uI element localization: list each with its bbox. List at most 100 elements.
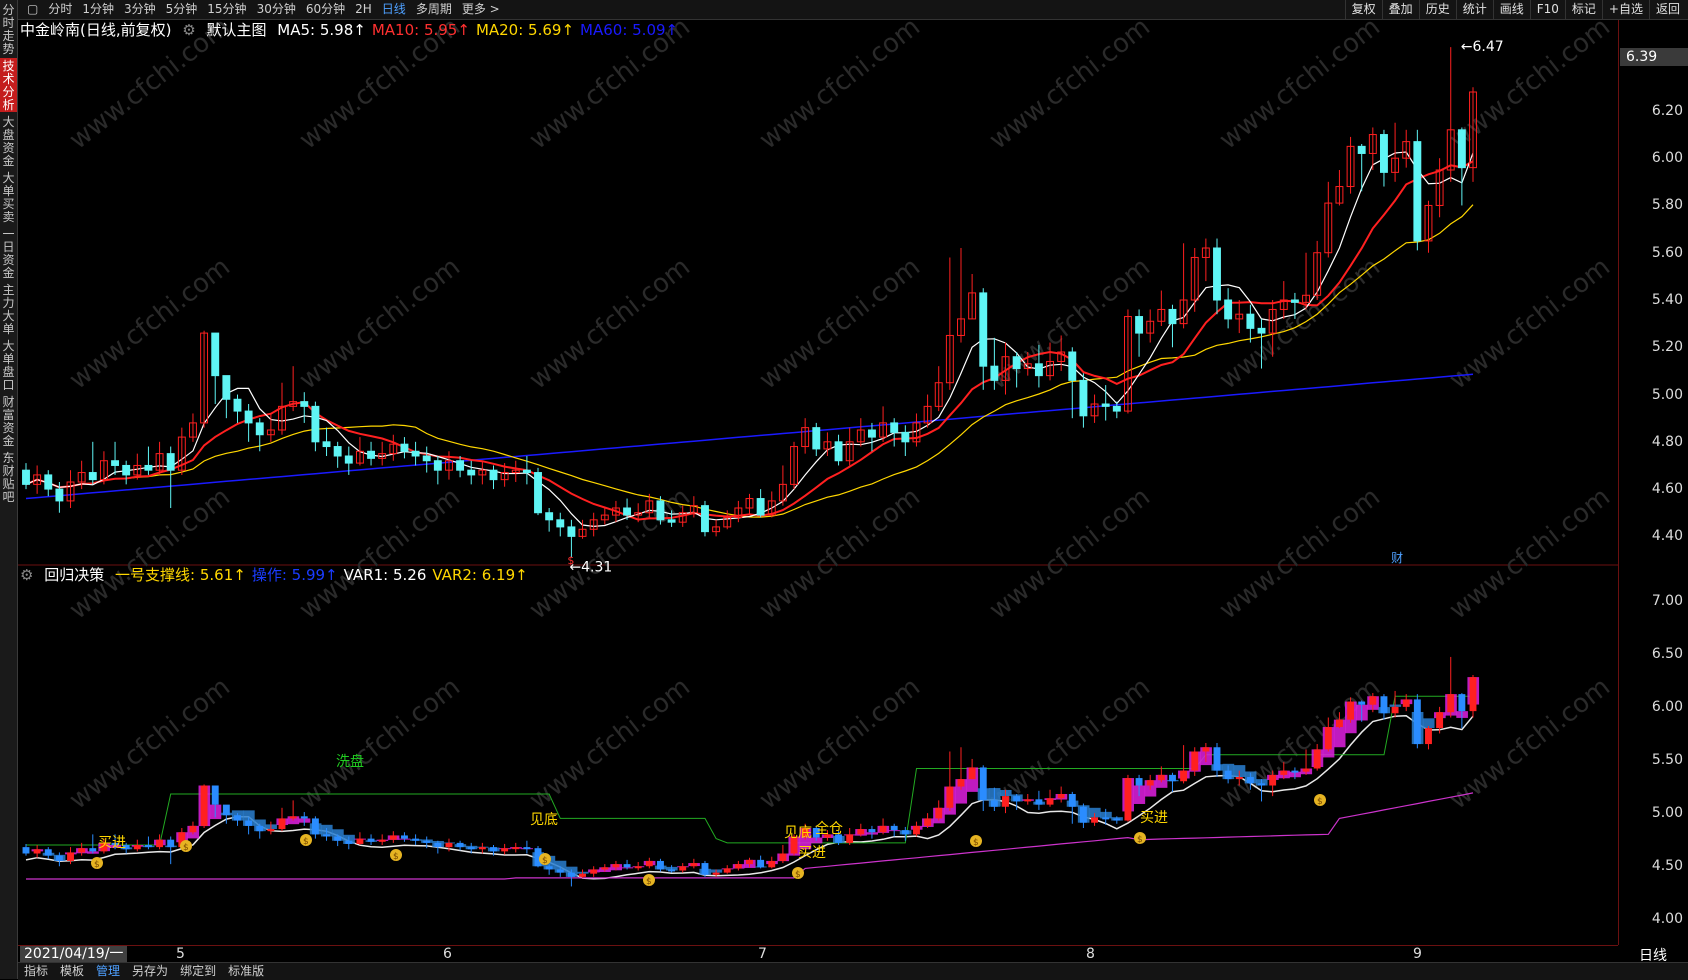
toolbar-action-4[interactable]: 画线: [1492, 0, 1530, 19]
sub-candle-body: [968, 767, 976, 780]
sub-candle-body: [1235, 777, 1243, 780]
template-gear-icon[interactable]: ⚙: [182, 21, 195, 39]
money-bag-icon-glyph: $: [393, 852, 399, 862]
toolbar-action-1[interactable]: 叠加: [1381, 0, 1419, 19]
candle-body: [244, 410, 253, 424]
candle-body: [834, 441, 843, 462]
sub-candle-body: [33, 849, 41, 854]
sub-candle-body: [1068, 794, 1076, 807]
money-bag-icon-glyph: $: [183, 843, 189, 853]
candle-body: [22, 469, 30, 485]
sub-candle-body: [311, 818, 319, 835]
candle-body: [211, 332, 220, 377]
period-tab-7[interactable]: 2H: [350, 0, 377, 19]
sub-candle-body: [1280, 770, 1288, 775]
watermark: www.cfchi.com: [524, 252, 696, 396]
signal-buy-3: 买进: [1140, 810, 1168, 826]
price-tick: 4.40: [1651, 528, 1683, 545]
template-name[interactable]: 默认主图: [207, 21, 267, 39]
candle-body: [467, 469, 476, 476]
period-tab-6[interactable]: 60分钟: [301, 0, 350, 19]
toolbar-action-5[interactable]: F10: [1529, 0, 1565, 19]
candle-body: [1213, 247, 1221, 301]
left-tab-0[interactable]: 分时走势: [0, 2, 17, 56]
toolbar-action-3[interactable]: 统计: [1455, 0, 1493, 19]
sub-candle-body: [1113, 818, 1121, 821]
sub-candle-body: [645, 860, 653, 867]
indicator-gear-icon[interactable]: ⚙: [20, 566, 33, 584]
bottom-tab-3[interactable]: 另存为: [126, 964, 174, 978]
sub-candle-body: [1335, 719, 1343, 728]
period-label[interactable]: 日线: [1618, 945, 1688, 964]
signal-full-position: 全仓: [815, 820, 843, 837]
period-tab-4[interactable]: 15分钟: [202, 0, 251, 19]
sub-candle-body: [1302, 768, 1310, 772]
left-tab-7[interactable]: 财富资金: [0, 394, 17, 448]
candle-body: [1290, 299, 1299, 303]
signal-buy-2: 买进: [798, 845, 826, 861]
bottom-tab-2[interactable]: 管理: [90, 964, 126, 978]
sub-candle-body: [334, 836, 342, 841]
bottom-tab-4[interactable]: 绑定到: [174, 964, 222, 978]
sub-candle-body: [545, 866, 553, 870]
period-tab-5[interactable]: 30分钟: [252, 0, 301, 19]
left-tab-6[interactable]: 大单盘口: [0, 338, 17, 392]
sub-candle-body: [846, 834, 854, 843]
period-tab-1[interactable]: 1分钟: [77, 0, 119, 19]
left-tab-8[interactable]: 东财贴吧: [0, 450, 17, 504]
candle-body: [534, 472, 542, 514]
period-tab-2[interactable]: 3分钟: [119, 0, 161, 19]
candle-body: [1457, 129, 1466, 169]
toolbar-action-8[interactable]: 返回: [1648, 0, 1686, 19]
sub-candle-body: [935, 807, 943, 819]
candle-body: [701, 505, 709, 533]
toolbar-action-7[interactable]: +自选: [1601, 0, 1649, 19]
candle-body: [1246, 313, 1255, 329]
bottom-tab-0[interactable]: 指标: [18, 964, 54, 978]
sub-candle-body: [1369, 696, 1377, 705]
period-tab-0[interactable]: 分时: [43, 0, 77, 19]
candle-body: [1079, 379, 1088, 417]
period-tab-8[interactable]: 日线: [377, 0, 411, 19]
sub-candle-body: [601, 867, 609, 870]
toolbar-action-2[interactable]: 历史: [1418, 0, 1456, 19]
left-tab-4[interactable]: 一日资金: [0, 226, 17, 280]
watermark: www.cfchi.com: [1444, 482, 1616, 626]
sub-candle-body: [1469, 677, 1477, 712]
left-tab-3[interactable]: 大单买卖: [0, 170, 17, 224]
period-tab-9[interactable]: 多周期: [411, 0, 457, 19]
candle-body: [1257, 327, 1266, 334]
left-tab-1[interactable]: 技术分析: [0, 58, 17, 112]
toolbar-action-0[interactable]: 复权: [1344, 0, 1382, 19]
indicator-tick: 7.00: [1651, 592, 1683, 609]
layout-icon[interactable]: ▢: [22, 0, 43, 19]
toolbar-action-6[interactable]: 标记: [1564, 0, 1602, 19]
watermark: www.cfchi.com: [984, 20, 1156, 156]
period-tab-10[interactable]: 更多 >: [457, 0, 505, 19]
sub-candle-body: [890, 825, 898, 831]
bottom-tab-5[interactable]: 标准版: [222, 964, 270, 978]
ma-value-3: MA60: 5.09↑: [580, 21, 679, 39]
sub-candle-body: [556, 869, 564, 873]
chart-canvas[interactable]: www.cfchi.com www.cfchi.com www.cfchi.com w…: [18, 20, 1618, 945]
sub-candle-body: [668, 869, 676, 872]
bottom-tab-1[interactable]: 模板: [54, 964, 90, 978]
indicator-title[interactable]: 回归决策: [44, 566, 104, 584]
sub-candle-body: [779, 853, 787, 861]
sub-candle-body: [990, 800, 998, 807]
left-tab-5[interactable]: 主力大单: [0, 282, 17, 336]
left-tab-2[interactable]: 大盘资金: [0, 114, 17, 168]
price-tick: 6.00: [1651, 150, 1683, 167]
date-indicator: 2021/04/19/一: [20, 946, 128, 962]
price-tick: 5.20: [1651, 339, 1683, 356]
candle-body: [55, 488, 64, 502]
sub-candle-body: [490, 847, 497, 852]
sub-candle-body: [746, 859, 753, 865]
sub-candle-body: [501, 848, 509, 852]
toolbar-actions: 复权 叠加 历史 统计 画线 F10 标记 +自选 返回: [1344, 0, 1686, 19]
watermark: www.cfchi.com: [754, 20, 926, 156]
period-tab-3[interactable]: 5分钟: [161, 0, 203, 19]
ma60-line: [25, 373, 1474, 500]
sub-candle-body: [901, 830, 909, 835]
stock-title[interactable]: 中金岭南(日线,前复权): [20, 21, 171, 39]
